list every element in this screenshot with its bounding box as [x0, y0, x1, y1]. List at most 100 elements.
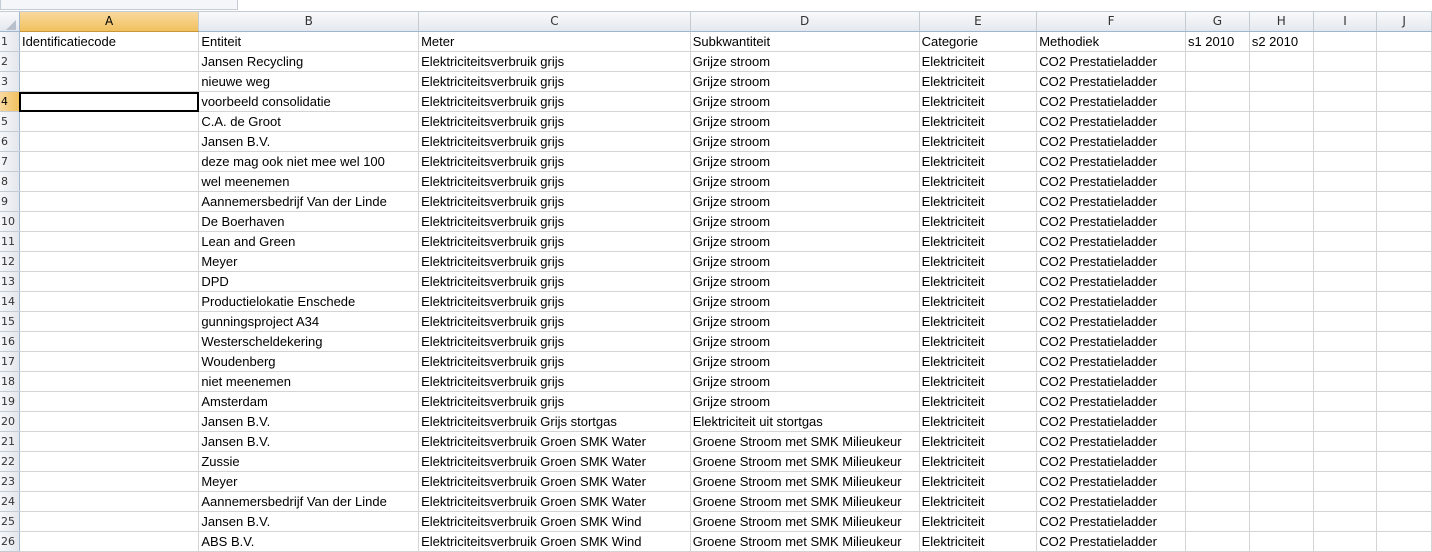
cell-g17[interactable] [1185, 351, 1250, 372]
cell-e21[interactable]: Elektriciteit [919, 431, 1038, 452]
row-header[interactable]: 12 [0, 251, 20, 272]
cell-h14[interactable] [1249, 291, 1314, 312]
cell-f5[interactable]: CO2 Prestatieladder [1036, 111, 1186, 132]
cell-e10[interactable]: Elektriciteit [919, 211, 1038, 232]
row-header[interactable]: 4 [0, 91, 20, 112]
cell-j20[interactable] [1376, 411, 1432, 432]
cell-c10[interactable]: Elektriciteitsverbruik grijs [418, 211, 691, 232]
cell-i11[interactable] [1313, 231, 1378, 252]
cell-b7[interactable]: deze mag ook niet mee wel 100 [198, 151, 420, 172]
cell-d12[interactable]: Grijze stroom [690, 251, 920, 272]
cell-b19[interactable]: Amsterdam [198, 391, 420, 412]
cell-c21[interactable]: Elektriciteitsverbruik Groen SMK Water [418, 431, 691, 452]
cell-h18[interactable] [1249, 371, 1314, 392]
cell-b13[interactable]: DPD [198, 271, 420, 292]
cell-e23[interactable]: Elektriciteit [919, 471, 1038, 492]
row-header[interactable]: 10 [0, 211, 20, 232]
column-header-a[interactable]: A [19, 12, 200, 32]
cell-g12[interactable] [1185, 251, 1250, 272]
cell-g20[interactable] [1185, 411, 1250, 432]
cell-d1[interactable]: Subkwantiteit [690, 31, 920, 52]
cell-g26[interactable] [1185, 531, 1250, 552]
cell-a7[interactable] [19, 151, 200, 172]
cell-g6[interactable] [1185, 131, 1250, 152]
cell-b20[interactable]: Jansen B.V. [198, 411, 420, 432]
cell-g13[interactable] [1185, 271, 1250, 292]
cell-a19[interactable] [19, 391, 200, 412]
cell-e26[interactable]: Elektriciteit [919, 531, 1038, 552]
cell-i4[interactable] [1313, 91, 1378, 112]
cell-b10[interactable]: De Boerhaven [198, 211, 420, 232]
cell-a17[interactable] [19, 351, 200, 372]
cell-f25[interactable]: CO2 Prestatieladder [1036, 511, 1186, 532]
cell-e4[interactable]: Elektriciteit [919, 91, 1038, 112]
cell-c5[interactable]: Elektriciteitsverbruik grijs [418, 111, 691, 132]
cell-d23[interactable]: Groene Stroom met SMK Milieukeur [690, 471, 920, 492]
cell-d25[interactable]: Groene Stroom met SMK Milieukeur [690, 511, 920, 532]
cell-f2[interactable]: CO2 Prestatieladder [1036, 51, 1186, 72]
cell-c20[interactable]: Elektriciteitsverbruik Grijs stortgas [418, 411, 691, 432]
cell-f23[interactable]: CO2 Prestatieladder [1036, 471, 1186, 492]
cell-f26[interactable]: CO2 Prestatieladder [1036, 531, 1186, 552]
cell-h5[interactable] [1249, 111, 1314, 132]
cell-g4[interactable] [1185, 91, 1250, 112]
cell-j25[interactable] [1376, 511, 1432, 532]
row-header[interactable]: 22 [0, 451, 20, 472]
cell-f19[interactable]: CO2 Prestatieladder [1036, 391, 1186, 412]
row-header[interactable]: 25 [0, 511, 20, 532]
cell-a25[interactable] [19, 511, 200, 532]
row-header[interactable]: 24 [0, 491, 20, 512]
cell-i9[interactable] [1313, 191, 1378, 212]
cell-b11[interactable]: Lean and Green [198, 231, 420, 252]
cell-e12[interactable]: Elektriciteit [919, 251, 1038, 272]
cell-a21[interactable] [19, 431, 200, 452]
cell-h26[interactable] [1249, 531, 1314, 552]
cell-g25[interactable] [1185, 511, 1250, 532]
cell-f4[interactable]: CO2 Prestatieladder [1036, 91, 1186, 112]
cell-e25[interactable]: Elektriciteit [919, 511, 1038, 532]
cell-d22[interactable]: Groene Stroom met SMK Milieukeur [690, 451, 920, 472]
cell-j1[interactable] [1376, 31, 1432, 52]
cell-f20[interactable]: CO2 Prestatieladder [1036, 411, 1186, 432]
row-header[interactable]: 2 [0, 51, 20, 72]
cell-j4[interactable] [1376, 91, 1432, 112]
cell-h15[interactable] [1249, 311, 1314, 332]
cell-j13[interactable] [1376, 271, 1432, 292]
row-header[interactable]: 23 [0, 471, 20, 492]
cell-h23[interactable] [1249, 471, 1314, 492]
cell-j21[interactable] [1376, 431, 1432, 452]
cell-i21[interactable] [1313, 431, 1378, 452]
cell-g9[interactable] [1185, 191, 1250, 212]
cell-a12[interactable] [19, 251, 200, 272]
cell-c12[interactable]: Elektriciteitsverbruik grijs [418, 251, 691, 272]
cell-b1[interactable]: Entiteit [198, 31, 420, 52]
cell-b15[interactable]: gunningsproject A34 [198, 311, 420, 332]
cell-a26[interactable] [19, 531, 200, 552]
cell-e19[interactable]: Elektriciteit [919, 391, 1038, 412]
row-header[interactable]: 6 [0, 131, 20, 152]
row-header[interactable]: 20 [0, 411, 20, 432]
cell-d4[interactable]: Grijze stroom [690, 91, 920, 112]
cell-f9[interactable]: CO2 Prestatieladder [1036, 191, 1186, 212]
cell-b26[interactable]: ABS B.V. [198, 531, 420, 552]
cell-b16[interactable]: Westerscheldekering [198, 331, 420, 352]
row-header[interactable]: 1 [0, 31, 20, 52]
column-header-g[interactable]: G [1185, 12, 1250, 32]
cell-i1[interactable] [1313, 31, 1378, 52]
row-header[interactable]: 16 [0, 331, 20, 352]
cell-e9[interactable]: Elektriciteit [919, 191, 1038, 212]
cell-i13[interactable] [1313, 271, 1378, 292]
cell-d24[interactable]: Groene Stroom met SMK Milieukeur [690, 491, 920, 512]
cell-g3[interactable] [1185, 71, 1250, 92]
row-header[interactable]: 18 [0, 371, 20, 392]
cell-e2[interactable]: Elektriciteit [919, 51, 1038, 72]
cell-d17[interactable]: Grijze stroom [690, 351, 920, 372]
cell-d13[interactable]: Grijze stroom [690, 271, 920, 292]
cell-f10[interactable]: CO2 Prestatieladder [1036, 211, 1186, 232]
cell-c17[interactable]: Elektriciteitsverbruik grijs [418, 351, 691, 372]
cell-f8[interactable]: CO2 Prestatieladder [1036, 171, 1186, 192]
cell-d10[interactable]: Grijze stroom [690, 211, 920, 232]
cell-d26[interactable]: Groene Stroom met SMK Milieukeur [690, 531, 920, 552]
cell-d20[interactable]: Elektriciteit uit stortgas [690, 411, 920, 432]
cell-j18[interactable] [1376, 371, 1432, 392]
